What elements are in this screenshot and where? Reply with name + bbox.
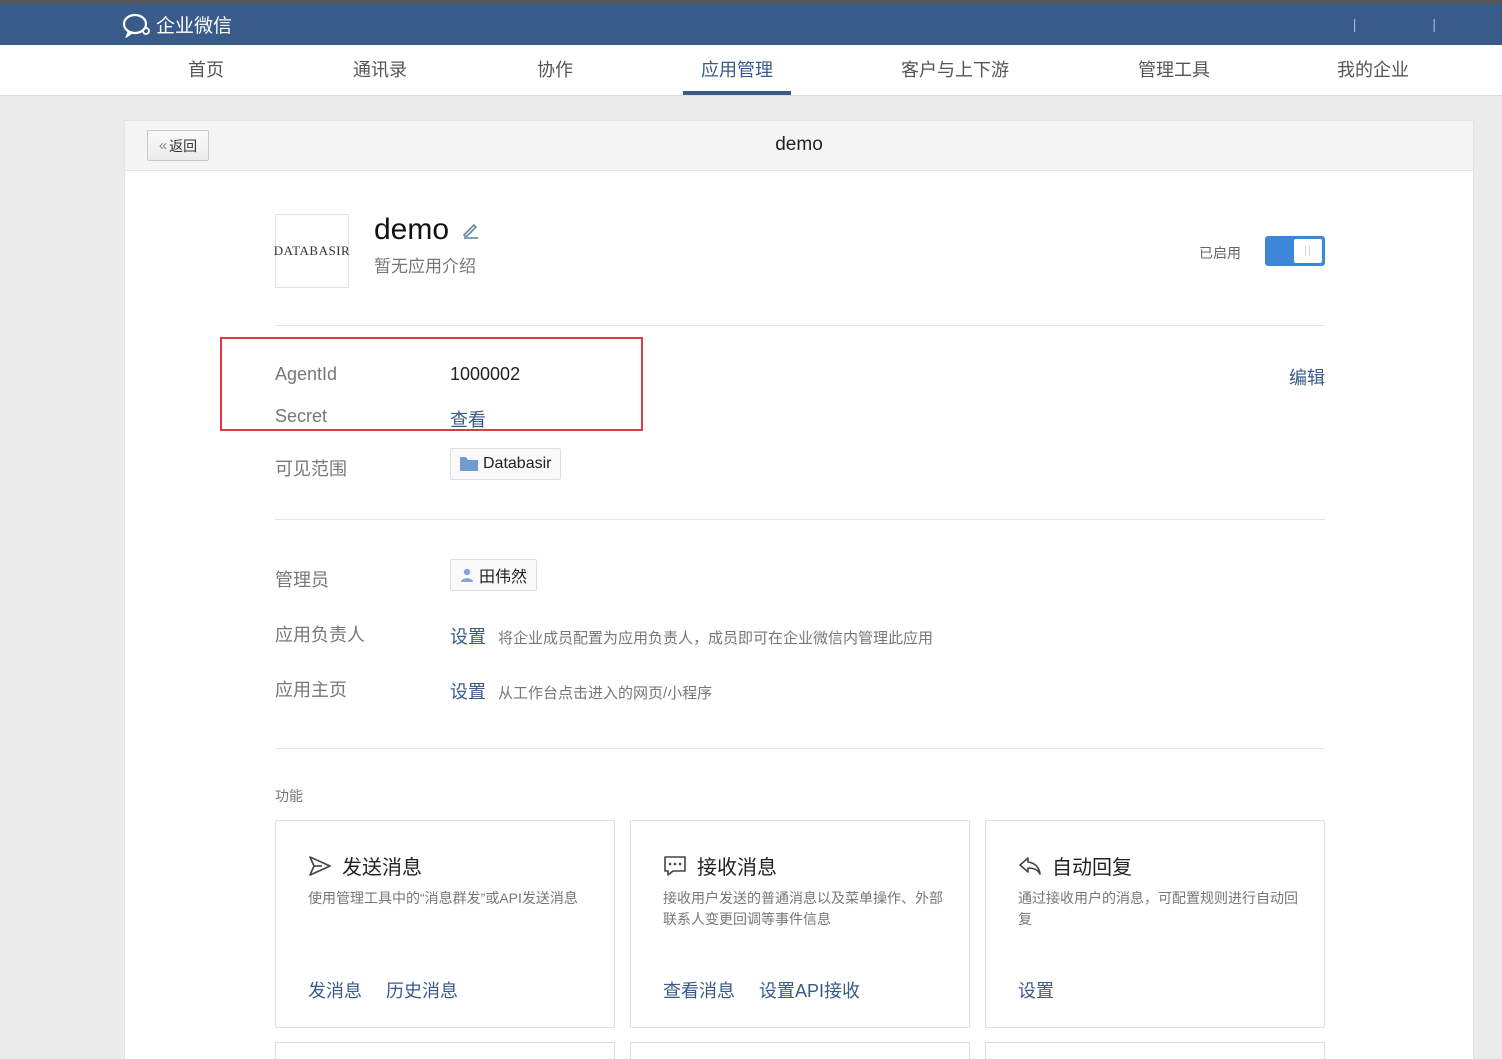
reply-icon: [1019, 856, 1041, 875]
owner-hint: 将企业成员配置为应用负责人，成员即可在企业微信内管理此应用: [498, 630, 934, 647]
visibility-label: 可见范围: [275, 459, 347, 479]
card-title-text: 发送消息: [342, 857, 422, 879]
message-history-link[interactable]: 历史消息: [386, 977, 458, 1003]
contact-support-link[interactable]: 联系客服: [1366, 14, 1422, 34]
admin-label: 管理员: [275, 570, 329, 590]
chat-bubble-icon: [664, 855, 686, 876]
card-description: 通过接收用户的消息，可配置规则进行自动回复: [1018, 890, 1298, 927]
panel-header: « 返回 demo: [125, 121, 1473, 171]
nav-management-tools[interactable]: 管理工具: [1124, 45, 1224, 96]
app-name-row: demo: [374, 213, 481, 247]
owner-set-link[interactable]: 设置: [450, 627, 486, 647]
app-detail-panel: « 返回 demo DATABASIR demo 暂无应用介绍 已启用 Agen…: [124, 120, 1474, 1059]
api-docs-link[interactable]: API文档: [1292, 14, 1343, 34]
nav-app-management[interactable]: 应用管理: [683, 45, 791, 96]
separator: |: [1432, 16, 1436, 32]
feature-card-receive: 接收消息 接收用户发送的普通消息以及菜单操作、外部联系人变更回调等事件信息 查看…: [630, 820, 970, 1028]
app-description: 暂无应用介绍: [374, 257, 476, 276]
visibility-tag[interactable]: Databasir: [450, 448, 562, 480]
separator: |: [1352, 16, 1357, 32]
homepage-hint: 从工作台点击进入的网页/小程序: [498, 685, 713, 702]
nav-my-enterprise[interactable]: 我的企业: [1328, 45, 1418, 96]
agentid-label: AgentId: [275, 364, 338, 384]
top-bar: 企业微信 API文档 | 联系客服 | 退出: [0, 0, 1502, 45]
feature-card-partial: [985, 1042, 1325, 1059]
owner-label: 应用负责人: [275, 625, 365, 645]
logo-text: 企业微信: [156, 16, 233, 37]
autoreply-settings-link[interactable]: 设置: [1018, 977, 1054, 1003]
agentid-value: 1000002: [450, 364, 521, 384]
card-title-text: 自动回复: [1052, 857, 1132, 879]
feature-card-partial: [275, 1042, 615, 1059]
homepage-set-link[interactable]: 设置: [450, 682, 486, 702]
homepage-row: 设置 从工作台点击进入的网页/小程序: [450, 678, 712, 704]
admin-tag[interactable]: 田伟然: [450, 559, 538, 591]
view-messages-link[interactable]: 查看消息: [663, 977, 735, 1003]
card-title: 发送消息: [308, 851, 422, 880]
logout-link[interactable]: 退出: [1446, 14, 1474, 34]
card-title: 自动回复: [1018, 851, 1132, 880]
secret-label: Secret: [275, 406, 328, 426]
card-actions: 发消息 历史消息: [308, 977, 482, 1003]
card-title: 接收消息: [663, 851, 777, 880]
edit-link[interactable]: 编辑: [1289, 364, 1325, 390]
feature-card-autoreply: 自动回复 通过接收用户的消息，可配置规则进行自动回复 设置: [985, 820, 1325, 1028]
toggle-knob: [1294, 239, 1322, 263]
app-logo: DATABASIR: [274, 214, 350, 288]
top-links: API文档 | 联系客服 | 退出: [1292, 14, 1474, 34]
feature-card-partial: [630, 1042, 970, 1059]
card-description: 接收用户发送的普通消息以及菜单操作、外部联系人变更回调等事件信息: [663, 890, 943, 927]
admin-value: 田伟然: [479, 569, 528, 586]
card-description: 使用管理工具中的“消息群发”或API发送消息: [308, 890, 578, 906]
folder-icon: [460, 457, 478, 471]
owner-row: 设置 将企业成员配置为应用负责人，成员即可在企业微信内管理此应用: [450, 623, 933, 649]
send-message-link[interactable]: 发消息: [308, 977, 362, 1003]
visibility-value: Databasir: [483, 455, 552, 472]
card-actions: 设置: [1018, 977, 1078, 1003]
wecom-logo[interactable]: 企业微信: [122, 11, 232, 38]
send-icon: [309, 855, 331, 876]
secret-view-link[interactable]: 查看: [450, 406, 486, 432]
feature-card-send: 发送消息 使用管理工具中的“消息群发”或API发送消息 发消息 历史消息: [275, 820, 615, 1028]
chat-logo-icon: [122, 13, 150, 38]
divider: [275, 325, 1325, 326]
features-section-label: 功能: [275, 788, 303, 804]
status-label: 已启用: [1199, 245, 1241, 261]
nav-home[interactable]: 首页: [170, 45, 242, 96]
enable-toggle[interactable]: [1265, 236, 1325, 266]
nav-collaboration[interactable]: 协作: [520, 45, 590, 96]
panel-title: demo: [775, 134, 823, 155]
nav-customers[interactable]: 客户与上下游: [890, 45, 1020, 96]
user-icon: [461, 568, 473, 582]
set-api-receive-link[interactable]: 设置API接收: [759, 977, 860, 1003]
homepage-label: 应用主页: [275, 680, 347, 700]
card-title-text: 接收消息: [697, 857, 777, 879]
nav-contacts[interactable]: 通讯录: [344, 45, 416, 96]
main-nav: 首页 通讯录 协作 应用管理 客户与上下游 管理工具 我的企业: [0, 45, 1502, 96]
divider: [275, 748, 1325, 749]
app-name: demo: [374, 213, 450, 246]
card-actions: 查看消息 设置API接收: [663, 977, 884, 1003]
edit-pencil-icon[interactable]: [461, 220, 481, 240]
divider: [275, 519, 1325, 520]
